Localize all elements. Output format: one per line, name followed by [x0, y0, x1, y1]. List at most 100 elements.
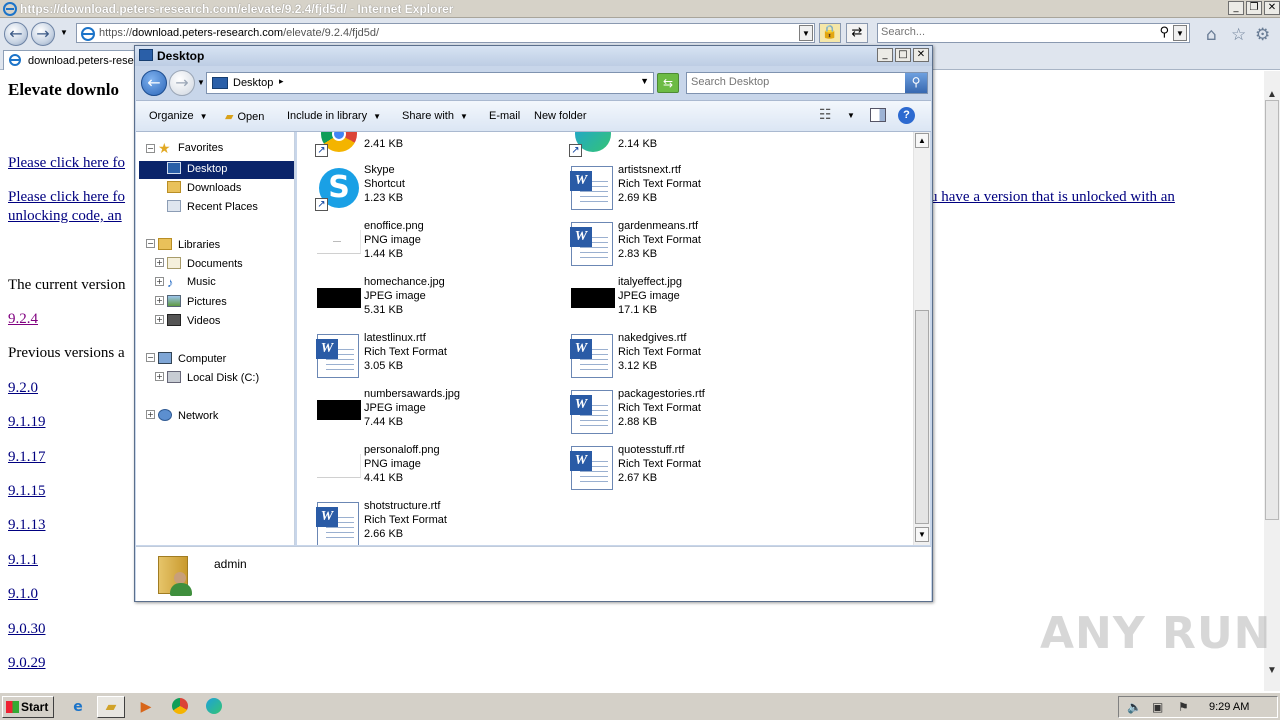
scroll-down-icon[interactable]: ▼ [915, 527, 929, 542]
ie-tab[interactable]: download.peters-rese... [3, 50, 138, 70]
taskbar-clock[interactable]: 9:29 AM [1209, 701, 1249, 713]
explorer-search-box[interactable]: ⚲ [686, 72, 928, 94]
share-with-button[interactable]: Share with ▼ [402, 110, 468, 122]
tree-network[interactable]: Network [158, 409, 218, 422]
file-item[interactable]: homechance.jpg JPEG image 5.31 KB [313, 274, 553, 328]
organize-button[interactable]: Organize ▼ [149, 110, 208, 122]
page-scrollbar[interactable]: ▲ ▼ [1264, 71, 1280, 691]
view-dropdown-icon[interactable]: ▼ [847, 111, 855, 120]
tree-documents[interactable]: Documents [167, 257, 243, 270]
version-link[interactable]: 9.1.17 [8, 449, 46, 466]
file-item[interactable]: ↗ 2.14 KB [567, 132, 807, 162]
network-tray-icon[interactable]: ▣ [1152, 700, 1163, 714]
expand-icon[interactable]: + [155, 258, 164, 267]
ie-search-box[interactable]: ⚲ ▼ [877, 23, 1190, 43]
tree-libraries[interactable]: Libraries [158, 238, 220, 251]
explorer-back-button[interactable]: ← [141, 70, 167, 96]
expand-icon[interactable]: + [155, 315, 164, 324]
file-item[interactable]: S ↗ Skype Shortcut 1.23 KB [313, 162, 553, 216]
explorer-breadcrumb[interactable]: Desktop ▸ ▼ [206, 72, 654, 94]
taskbar-explorer-icon[interactable]: ▰ [97, 696, 125, 718]
home-icon[interactable]: ⌂ [1206, 25, 1217, 45]
refresh-button[interactable]: ⇆ [657, 73, 679, 93]
download-link-2[interactable]: Please click here fo [8, 189, 125, 206]
refresh-compat-icon[interactable]: ⇄ [846, 23, 868, 43]
tree-local-disk[interactable]: Local Disk (C:) [167, 371, 259, 384]
address-dropdown-icon[interactable]: ▼ [799, 25, 813, 41]
back-button[interactable]: ← [4, 22, 28, 46]
file-item[interactable]: italyeffect.jpg JPEG image 17.1 KB [567, 274, 807, 328]
taskbar-chrome-icon[interactable] [166, 696, 194, 718]
search-icon[interactable]: ⚲ [1159, 25, 1169, 40]
chevron-right-icon[interactable]: ▸ [279, 76, 284, 87]
preview-pane-icon[interactable] [870, 108, 886, 122]
taskbar-edge-icon[interactable] [200, 696, 228, 718]
explorer-forward-button[interactable]: → [169, 70, 195, 96]
tree-recent-places[interactable]: Recent Places [167, 200, 258, 213]
action-center-flag-icon[interactable]: ⚑ [1178, 700, 1189, 714]
minimize-icon[interactable]: _ [877, 48, 893, 62]
collapse-icon[interactable]: − [146, 353, 155, 362]
include-in-library-button[interactable]: Include in library ▼ [287, 110, 381, 122]
version-link[interactable]: 9.1.15 [8, 483, 46, 500]
view-options-icon[interactable]: ☷ [819, 107, 832, 123]
restore-icon[interactable]: ❐ [1246, 1, 1262, 15]
current-version-link[interactable]: 9.2.4 [8, 311, 38, 328]
scroll-up-icon[interactable]: ▲ [1267, 89, 1277, 100]
version-link[interactable]: 9.0.29 [8, 655, 46, 672]
tree-computer[interactable]: Computer [158, 352, 226, 365]
tree-downloads[interactable]: Downloads [167, 181, 241, 194]
file-item[interactable]: W artistsnext.rtf Rich Text Format 2.69 … [567, 162, 807, 216]
open-button[interactable]: ▰ Open [225, 110, 264, 123]
download-link-1[interactable]: Please click here fo [8, 155, 125, 172]
version-link[interactable]: 9.1.19 [8, 414, 46, 431]
file-item[interactable]: personaloff.png PNG image 4.41 KB [313, 442, 553, 496]
lock-icon[interactable]: 🔒 [819, 23, 841, 43]
path-dropdown-icon[interactable]: ▼ [640, 76, 649, 86]
search-icon[interactable]: ⚲ [905, 73, 927, 93]
tree-videos[interactable]: Videos [167, 314, 220, 327]
forward-button[interactable]: → [31, 22, 55, 46]
tree-desktop[interactable]: Desktop [167, 162, 227, 175]
file-list-scroll-thumb[interactable] [915, 310, 929, 524]
file-item[interactable]: W latestlinux.rtf Rich Text Format 3.05 … [313, 330, 553, 384]
ie-search-input[interactable] [881, 26, 1151, 38]
expand-icon[interactable]: + [155, 296, 164, 305]
tree-music[interactable]: ♪ Music [167, 276, 216, 289]
close-icon[interactable]: ✕ [1264, 1, 1280, 15]
tree-pictures[interactable]: Pictures [167, 295, 227, 308]
file-list-scrollbar[interactable]: ▲ ▼ [913, 132, 930, 545]
address-bar[interactable]: https://download.peters-research.com/ele… [76, 23, 815, 43]
version-link[interactable]: 9.1.0 [8, 586, 38, 603]
file-item[interactable]: W shotstructure.rtf Rich Text Format 2.6… [313, 498, 553, 545]
version-link[interactable]: 9.0.30 [8, 621, 46, 638]
file-item[interactable]: enoffice.png PNG image 1.44 KB [313, 218, 553, 272]
collapse-icon[interactable]: − [146, 239, 155, 248]
expand-icon[interactable]: + [155, 277, 164, 286]
file-item[interactable]: W nakedgives.rtf Rich Text Format 3.12 K… [567, 330, 807, 384]
version-link[interactable]: 9.2.0 [8, 380, 38, 397]
collapse-icon[interactable]: − [146, 144, 155, 153]
page-scroll-thumb[interactable] [1265, 100, 1279, 520]
history-dropdown-icon[interactable]: ▼ [60, 28, 68, 37]
expand-icon[interactable]: + [146, 410, 155, 419]
taskbar-media-player-icon[interactable]: ▶ [132, 696, 160, 718]
tree-favorites[interactable]: ★ Favorites [158, 141, 223, 155]
new-folder-button[interactable]: New folder [534, 110, 587, 122]
volume-icon[interactable]: 🔈 [1127, 700, 1142, 714]
email-button[interactable]: E-mail [489, 110, 520, 122]
close-icon[interactable]: ✕ [913, 48, 929, 62]
search-dropdown-icon[interactable]: ▼ [1173, 25, 1187, 41]
settings-gear-icon[interactable]: ⚙ [1255, 25, 1270, 45]
file-item[interactable]: W gardenmeans.rtf Rich Text Format 2.83 … [567, 218, 807, 272]
maximize-icon[interactable]: □ [895, 48, 911, 62]
version-link[interactable]: 9.1.13 [8, 517, 46, 534]
expand-icon[interactable]: + [155, 372, 164, 381]
favorites-star-icon[interactable]: ☆ [1231, 25, 1246, 45]
download-link-2-continued[interactable]: u have a version that is unlocked with a… [930, 189, 1175, 206]
explorer-search-input[interactable] [691, 76, 901, 88]
help-icon[interactable]: ? [898, 107, 915, 124]
scroll-up-icon[interactable]: ▲ [915, 133, 929, 148]
recent-pages-dropdown-icon[interactable]: ▼ [197, 78, 205, 87]
version-link[interactable]: 9.1.1 [8, 552, 38, 569]
